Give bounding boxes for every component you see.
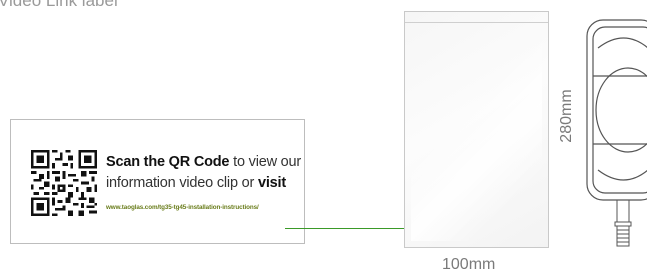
visit-emphasis: visit [257, 175, 286, 191]
card-text-line-2: information video clip or visit [106, 175, 286, 191]
qr-code-icon [31, 150, 97, 216]
packaging-bag [404, 11, 549, 248]
card-text-line-1: Scan the QR Code to view our [106, 154, 301, 170]
installation-url: www.taoglas.com/tg35-tg45-installation-i… [106, 204, 259, 211]
video-link-label-title: Video Link label [0, 0, 118, 10]
video-link-label-card: Scan the QR Code to view our information… [10, 119, 305, 244]
info-video-text: information video clip or [106, 175, 258, 191]
bag-width-dimension: 100mm [442, 256, 496, 273]
scan-qr-rest: to view our [229, 154, 302, 170]
scan-qr-emphasis: Scan the QR Code [106, 154, 230, 170]
bag-height-dimension: 280mm [558, 89, 575, 143]
bag-zip-seal [405, 22, 548, 23]
antenna-device-icon [586, 19, 647, 247]
bag-sheen [411, 26, 542, 241]
